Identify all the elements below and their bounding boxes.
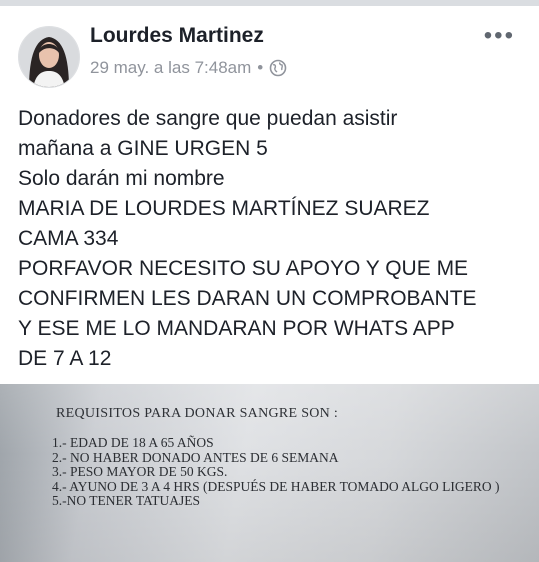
post-photo[interactable]: REQUISITOS PARA DONAR SANGRE SON : 1.- E… — [0, 384, 539, 562]
globe-icon[interactable] — [269, 59, 287, 77]
post-text-line: PORFAVOR NECESITO SU APOYO Y QUE ME — [18, 257, 469, 280]
meta-separator: • — [257, 58, 264, 77]
more-options-icon[interactable]: ••• — [484, 22, 515, 50]
list-item: 4.- AYUNO DE 3 A 4 HRS (DESPUÉS DE HABER… — [52, 478, 500, 494]
list-item: 5.-NO TENER TATUAJES — [52, 493, 201, 508]
post-text-line: mañana a GINE URGEN 5 — [18, 137, 268, 160]
post-text-line: MARIA DE LOURDES MARTÍNEZ SUAREZ — [18, 197, 430, 220]
author-name[interactable]: Lourdes Martinez — [90, 24, 264, 48]
post-text-line: CONFIRMEN LES DARAN UN COMPROBANTE — [18, 287, 477, 310]
post-text: Donadores de sangre que puedan asistir m… — [18, 104, 528, 374]
timestamp[interactable]: 29 may. a las 7:48am — [90, 58, 251, 78]
list-item: 3.- PESO MAYOR DE 50 KGS. — [52, 464, 228, 479]
post-text-line: CAMA 334 — [18, 227, 119, 250]
post-meta: 29 may. a las 7:48am • — [90, 58, 287, 78]
list-item: 2.- NO HABER DONADO ANTES DE 6 SEMANA — [52, 449, 339, 465]
post-text-line: Donadores de sangre que puedan asistir — [18, 107, 398, 130]
list-item: 1.- EDAD DE 18 A 65 AÑOS — [52, 435, 214, 450]
facebook-post: Lourdes Martinez 29 may. a las 7:48am • … — [0, 6, 539, 562]
requirements-title: REQUISITOS PARA DONAR SANGRE SON : — [56, 406, 339, 421]
post-text-line: DE 7 A 12 — [18, 347, 112, 370]
avatar[interactable] — [18, 26, 80, 88]
post-text-line: Y ESE ME LO MANDARAN POR WHATS APP — [18, 317, 455, 340]
post-text-line: Solo darán mi nombre — [18, 167, 225, 190]
requirements-list: 1.- EDAD DE 18 A 65 AÑOS 2.- NO HABER DO… — [52, 435, 500, 509]
